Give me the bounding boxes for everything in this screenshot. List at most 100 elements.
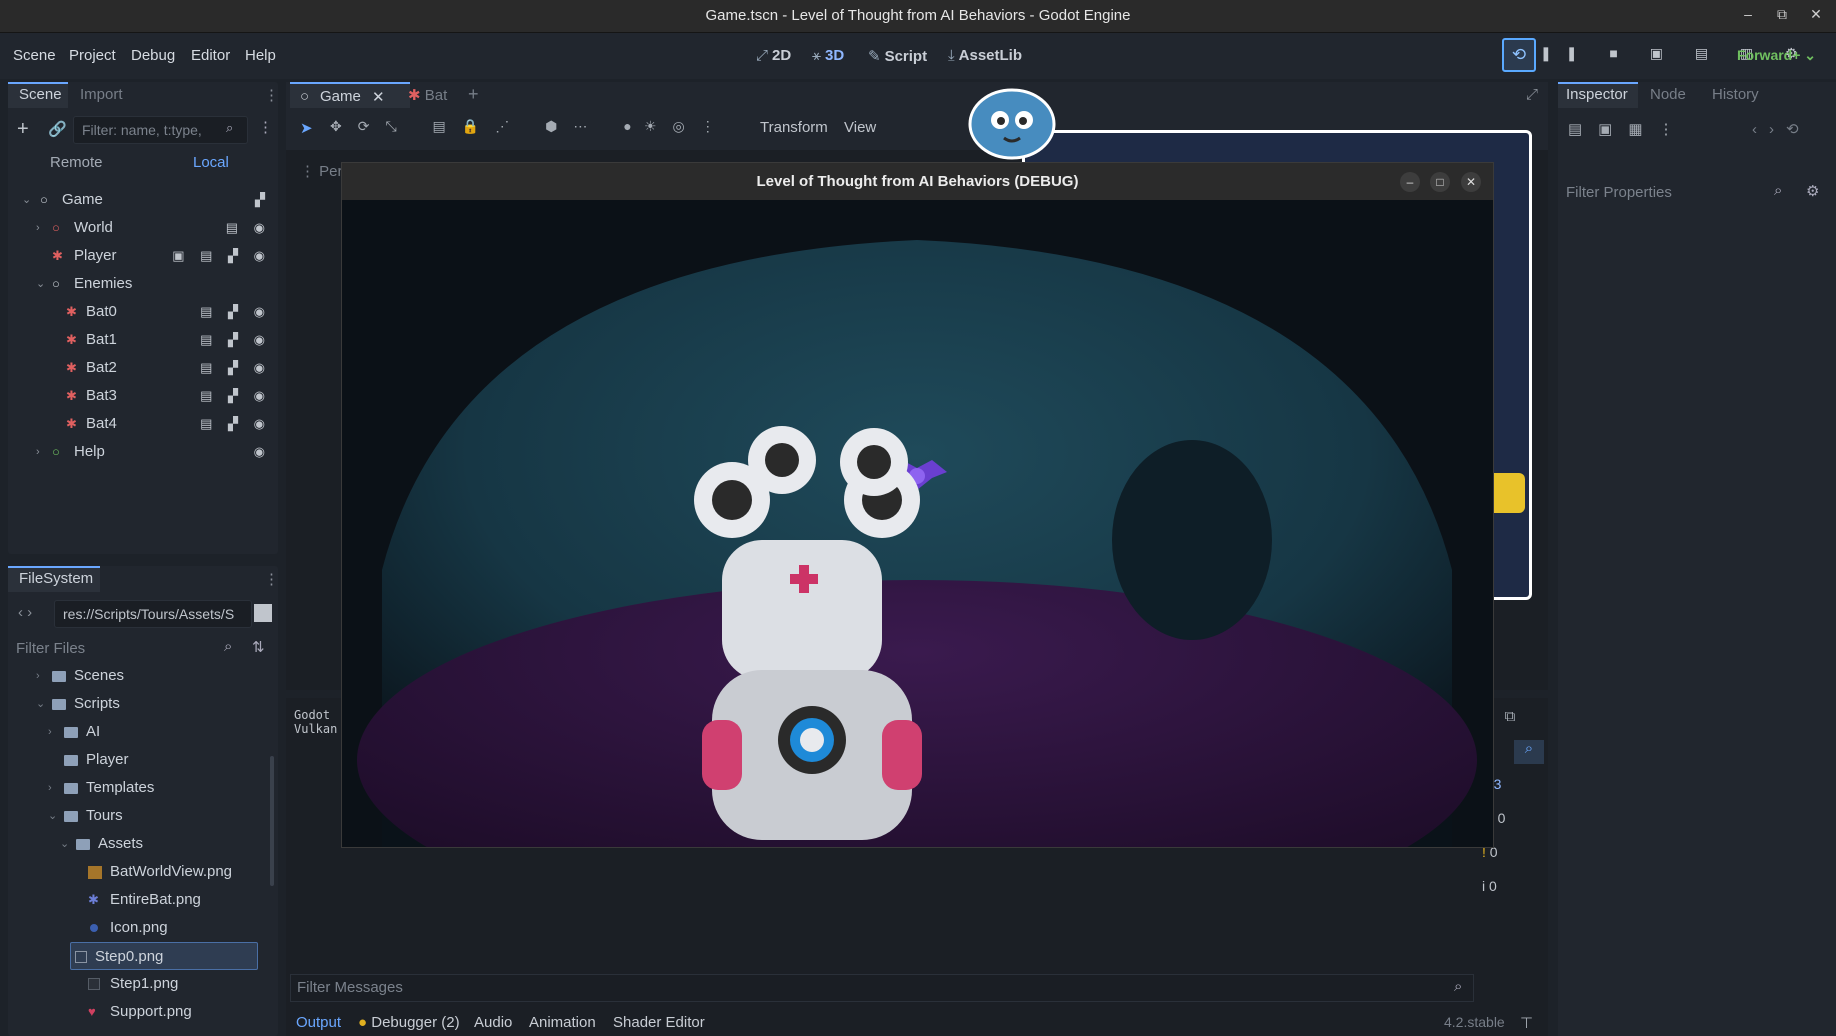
perspective-menu[interactable]: ⋮ Per xyxy=(300,162,343,180)
script-icon[interactable]: ▞ xyxy=(255,186,271,214)
fs-folder-ai[interactable]: › AI xyxy=(22,718,272,746)
fs-folder-scenes[interactable]: › Scenes xyxy=(22,662,272,690)
scene-filter-input[interactable]: Filter: name, t:type, xyxy=(73,116,248,144)
expand-icon[interactable]: ⌄ xyxy=(48,802,57,830)
scrollbar[interactable] xyxy=(270,756,274,886)
node-tools[interactable]: ▣ ▤ ▞ ◉ xyxy=(172,242,271,270)
maximize-icon[interactable]: □ xyxy=(1430,172,1450,192)
close-icon[interactable]: ✕ xyxy=(1806,6,1826,23)
remote-tab[interactable]: Remote xyxy=(50,154,103,171)
sort-icon[interactable]: ⇅ xyxy=(252,638,265,656)
tab-import[interactable]: Import xyxy=(80,86,123,103)
path-field[interactable]: res://Scripts/Tours/Assets/S xyxy=(54,600,252,628)
tree-node-bat2[interactable]: ✱ Bat2 ▤ ▞ ◉ xyxy=(18,354,283,382)
fs-folder-tours[interactable]: ⌄ Tours xyxy=(22,802,272,830)
node-tools[interactable]: ▤ ▞ ◉ xyxy=(200,298,271,326)
fs-folder-player[interactable]: Player xyxy=(22,746,272,774)
transform-menu[interactable]: Transform xyxy=(760,119,828,136)
restore-icon[interactable]: ⧉ xyxy=(1772,6,1792,23)
tree-node-player[interactable]: ✱ Player ▣ ▤ ▞ ◉ xyxy=(18,242,283,270)
view-mode-icon[interactable] xyxy=(254,604,272,622)
minimize-icon[interactable]: – xyxy=(1738,6,1758,22)
transform-tool-icons[interactable]: ✥⟳⤡ ▤🔒⋰ ⬢⋯ ● xyxy=(330,118,648,135)
tab-game[interactable]: ○ Game ✕ xyxy=(290,82,410,108)
collapse-icon[interactable]: › xyxy=(48,718,52,746)
tab-animation[interactable]: Animation xyxy=(529,1014,596,1031)
property-filter-input[interactable]: Filter Properties xyxy=(1566,180,1798,206)
filter-settings-icon[interactable]: ⚙ xyxy=(1806,182,1819,200)
local-tab[interactable]: Local xyxy=(193,154,229,171)
tab-audio[interactable]: Audio xyxy=(474,1014,512,1031)
reload-scene-button[interactable]: ⟲ xyxy=(1502,38,1536,72)
game-viewport[interactable] xyxy=(342,200,1493,847)
close-icon[interactable]: ✕ xyxy=(1461,172,1481,192)
tab-bat[interactable]: ✱ Bat xyxy=(408,86,447,104)
file-filter-input[interactable]: Filter Files xyxy=(16,636,272,662)
tab-node[interactable]: Node xyxy=(1650,86,1686,103)
menu-editor[interactable]: Editor xyxy=(191,47,230,64)
menu-debug[interactable]: Debug xyxy=(131,47,175,64)
workspace-3d-button[interactable]: ⚹ 3D xyxy=(812,47,844,64)
tab-filesystem[interactable]: FileSystem xyxy=(19,570,93,587)
close-icon[interactable]: ✕ xyxy=(372,88,385,106)
select-tool-icon[interactable]: ➤ xyxy=(300,119,313,137)
tab-output[interactable]: Output xyxy=(296,1014,341,1031)
node-tools[interactable]: ▤ ▞ ◉ xyxy=(200,326,271,354)
workspace-2d-button[interactable]: ⤢ 2D xyxy=(756,47,791,64)
workspace-assetlib-button[interactable]: ⤓ AssetLib xyxy=(948,47,1022,64)
node-tools[interactable]: ▤ ▞ ◉ xyxy=(200,354,271,382)
dock-menu-icon[interactable]: ⋮ xyxy=(264,570,279,588)
collapse-icon[interactable]: › xyxy=(36,438,40,466)
fs-folder-templates[interactable]: › Templates xyxy=(22,774,272,802)
tree-node-game[interactable]: ⌄ ○ Game ▞ xyxy=(18,186,283,214)
collapse-icon[interactable]: › xyxy=(48,774,52,802)
fs-folder-scripts[interactable]: ⌄ Scripts xyxy=(22,690,272,718)
collapse-icon[interactable]: › xyxy=(36,662,40,690)
menu-help[interactable]: Help xyxy=(245,47,276,64)
menu-scene[interactable]: Scene xyxy=(13,47,56,64)
node-tools[interactable]: ▤ ◉ xyxy=(226,214,271,242)
fs-file-step1[interactable]: Step1.png xyxy=(22,970,272,998)
menu-project[interactable]: Project xyxy=(69,47,116,64)
view-menu[interactable]: View xyxy=(844,119,876,136)
expand-icon[interactable]: ⌄ xyxy=(60,830,69,858)
fs-file-step0-selected[interactable]: Step0.png xyxy=(70,942,258,970)
link-icon[interactable]: 🔗 xyxy=(48,120,67,138)
expand-icon[interactable]: ⌄ xyxy=(36,270,45,298)
fs-file-batworldview[interactable]: BatWorldView.png xyxy=(22,858,272,886)
distraction-free-icon[interactable]: ⤢ xyxy=(1526,86,1538,103)
back-icon[interactable]: ‹ › xyxy=(18,604,32,621)
tree-node-bat1[interactable]: ✱ Bat1 ▤ ▞ ◉ xyxy=(18,326,283,354)
visibility-icon[interactable]: ◉ xyxy=(254,438,271,466)
add-tab-icon[interactable]: + xyxy=(468,84,479,105)
fs-file-icon[interactable]: Icon.png xyxy=(22,914,272,942)
tree-node-world[interactable]: › ○ World ▤ ◉ xyxy=(18,214,283,242)
history-nav-icons[interactable]: ‹›⟲ xyxy=(1752,120,1811,138)
tree-node-bat4[interactable]: ✱ Bat4 ▤ ▞ ◉ xyxy=(18,410,283,438)
renderer-select[interactable]: Forward+ ⌄ xyxy=(1737,47,1816,64)
tree-node-help[interactable]: › ○ Help ◉ xyxy=(18,438,283,466)
fs-file-entirebat[interactable]: ✱ EntireBat.png xyxy=(22,886,272,914)
inspector-tools[interactable]: ▤▣▦⋮ xyxy=(1568,120,1690,138)
tab-scene[interactable]: Scene xyxy=(19,86,62,103)
add-node-icon[interactable]: + xyxy=(17,118,29,141)
tab-history[interactable]: History xyxy=(1712,86,1759,103)
pin-panel-icon[interactable]: ⊤ xyxy=(1520,1014,1533,1032)
expand-icon[interactable]: ⌄ xyxy=(36,690,45,718)
dock-menu-icon[interactable]: ⋮ xyxy=(264,86,279,104)
tree-node-enemies[interactable]: ⌄ ○ Enemies xyxy=(18,270,283,298)
collapse-icon[interactable]: › xyxy=(36,214,40,242)
node-tools[interactable]: ▤ ▞ ◉ xyxy=(200,410,271,438)
minimize-icon[interactable]: – xyxy=(1400,172,1420,192)
fs-folder-assets[interactable]: ⌄ Assets xyxy=(22,830,272,858)
tab-inspector[interactable]: Inspector xyxy=(1566,86,1628,103)
tree-node-bat0[interactable]: ✱ Bat0 ▤ ▞ ◉ xyxy=(18,298,283,326)
search-icon[interactable]: ⌕ xyxy=(1514,740,1544,764)
gizmo-icons[interactable]: ☀◎⋮ xyxy=(644,118,731,135)
tree-node-bat3[interactable]: ✱ Bat3 ▤ ▞ ◉ xyxy=(18,382,283,410)
tab-debugger[interactable]: ● Debugger (2) xyxy=(358,1014,460,1031)
tab-shader-editor[interactable]: Shader Editor xyxy=(613,1014,705,1031)
more-icon[interactable]: ⋮ xyxy=(258,118,273,136)
node-tools[interactable]: ▤ ▞ ◉ xyxy=(200,382,271,410)
fs-file-support[interactable]: ♥ Support.png xyxy=(22,998,272,1026)
